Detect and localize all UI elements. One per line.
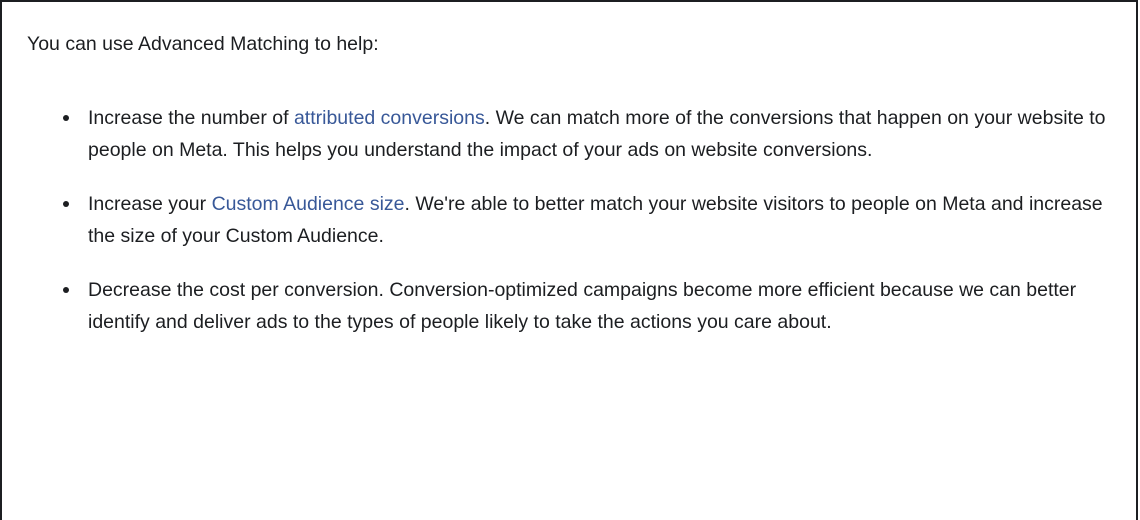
bullet-icon — [63, 115, 69, 121]
bullet-text-before: Increase your — [88, 193, 212, 215]
list-item-cost-per-conversion: Decrease the cost per conversion. Conver… — [27, 274, 1117, 338]
bullet-text-before: Increase the number of — [88, 107, 294, 129]
attributed-conversions-link[interactable]: attributed conversions — [294, 107, 485, 129]
benefits-list: Increase the number of attributed conver… — [27, 102, 1117, 338]
help-article-body: You can use Advanced Matching to help: I… — [27, 28, 1117, 360]
list-item-custom-audience: Increase your Custom Audience size. We'r… — [27, 188, 1117, 252]
bullet-icon — [63, 287, 69, 293]
bullet-icon — [63, 201, 69, 207]
intro-text: You can use Advanced Matching to help: — [27, 33, 379, 55]
list-item-attributed-conversions: Increase the number of attributed conver… — [27, 102, 1117, 166]
content-panel: You can use Advanced Matching to help: I… — [0, 0, 1138, 520]
custom-audience-size-link[interactable]: Custom Audience size — [212, 193, 405, 215]
bullet-text: Decrease the cost per conversion. Conver… — [88, 279, 1077, 333]
